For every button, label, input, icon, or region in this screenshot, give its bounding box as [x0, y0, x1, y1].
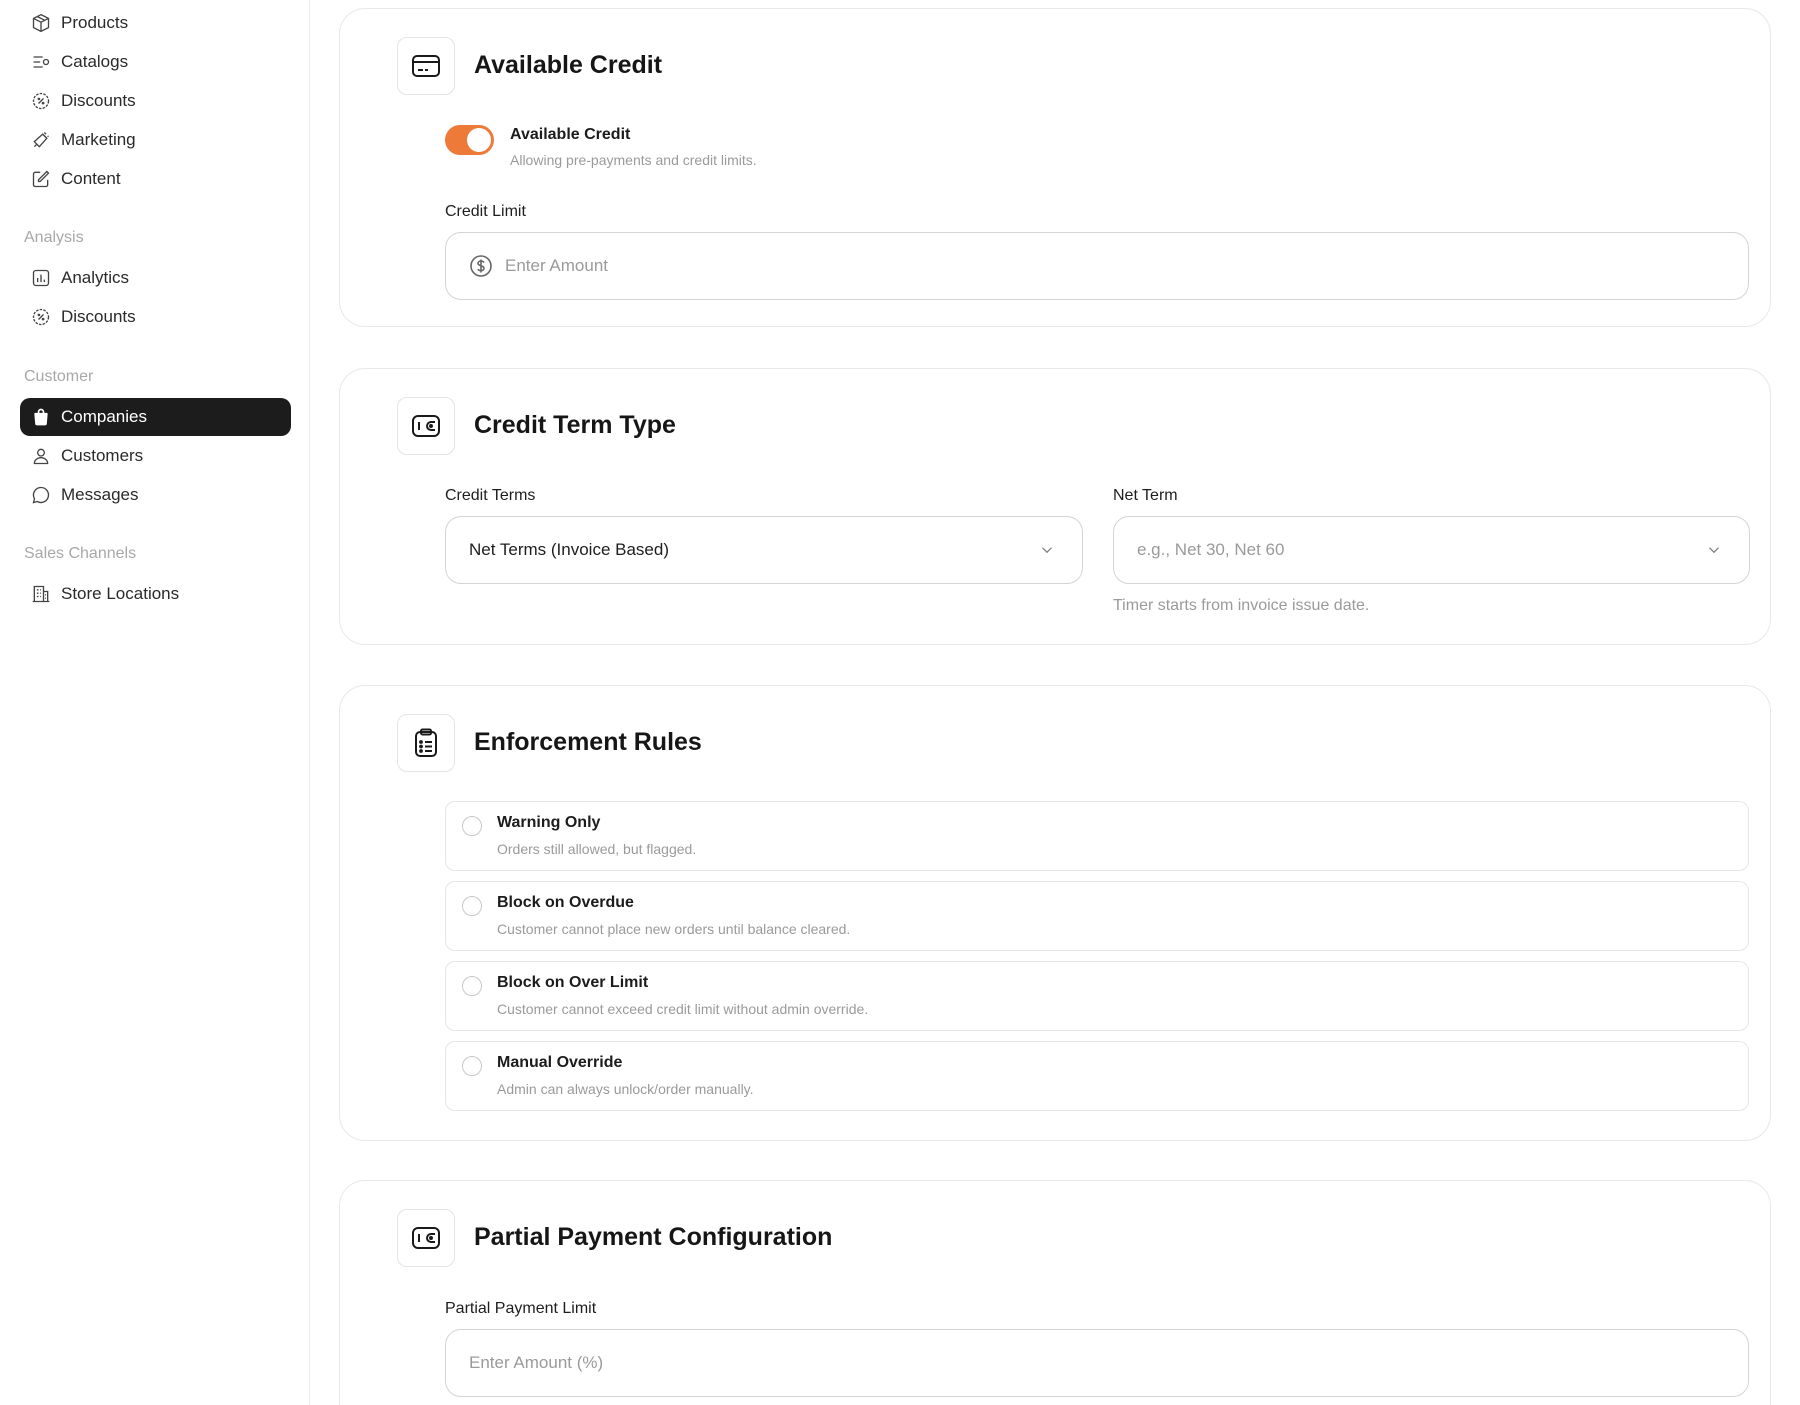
toggle-title: Available Credit [510, 126, 631, 143]
sidebar-item-label: Store Locations [61, 584, 180, 603]
credit-term-card: Credit Term Type Credit Terms Net Terms … [339, 368, 1771, 645]
option-description: Orders still allowed, but flagged. [497, 841, 697, 857]
net-term-placeholder: e.g., Net 30, Net 60 [1137, 540, 1285, 559]
chevron-down-icon [1038, 541, 1056, 559]
discount-icon [30, 90, 52, 112]
sidebar-item-customers[interactable]: Customers [20, 437, 291, 475]
option-description: Customer cannot place new orders until b… [497, 921, 851, 937]
credit-terms-value: Net Terms (Invoice Based) [469, 540, 669, 559]
sidebar-item-label: Marketing [61, 130, 136, 149]
partial-payment-placeholder: Enter Amount (%) [469, 1353, 604, 1372]
card-title: Partial Payment Configuration [474, 1223, 833, 1251]
partial-payment-limit-input[interactable]: Enter Amount (%) [445, 1329, 1749, 1397]
sidebar-item-marketing[interactable]: Marketing [20, 121, 291, 159]
sidebar-item-messages[interactable]: Messages [20, 476, 291, 514]
section-label-customer: Customer [24, 368, 94, 385]
credit-card-icon [397, 37, 455, 95]
option-block-on-over-limit[interactable]: Block on Over Limit Customer cannot exce… [445, 961, 1749, 1031]
option-title: Block on Over Limit [497, 974, 649, 991]
credit-terms-label: Credit Terms [445, 487, 536, 504]
sidebar-item-label: Customers [61, 446, 144, 465]
card-title: Credit Term Type [474, 411, 676, 439]
sidebar-item-products[interactable]: Products [20, 4, 291, 42]
available-credit-toggle[interactable] [445, 125, 494, 155]
clipboard-icon [397, 714, 455, 772]
net-term-select[interactable]: e.g., Net 30, Net 60 [1113, 516, 1750, 584]
radio-button[interactable] [462, 976, 482, 996]
megaphone-icon [30, 129, 52, 151]
section-label-sales-channels: Sales Channels [24, 545, 137, 562]
option-block-on-overdue[interactable]: Block on Overdue Customer cannot place n… [445, 881, 1749, 951]
available-credit-card: Available Credit Available Credit Allowi… [339, 8, 1771, 327]
section-label-analysis: Analysis [24, 229, 84, 246]
sidebar-item-label: Content [61, 169, 121, 188]
option-title: Warning Only [497, 814, 601, 831]
sidebar: Products Catalogs Discounts Marketing Co… [0, 0, 310, 1405]
user-icon [30, 445, 52, 467]
radio-button[interactable] [462, 896, 482, 916]
option-description: Admin can always unlock/order manually. [497, 1081, 754, 1097]
sidebar-item-label: Products [61, 13, 129, 32]
bag-icon [30, 406, 52, 428]
partial-payment-card: Partial Payment Configuration Partial Pa… [339, 1180, 1771, 1405]
card-title: Enforcement Rules [474, 728, 702, 756]
credit-limit-input[interactable]: Enter Amount [445, 232, 1749, 300]
sidebar-item-label: Companies [61, 407, 147, 426]
sidebar-item-catalogs[interactable]: Catalogs [20, 43, 291, 81]
sidebar-item-label: Messages [61, 485, 139, 504]
card-title: Available Credit [474, 51, 663, 79]
catalog-icon [30, 51, 52, 73]
radio-button[interactable] [462, 816, 482, 836]
discount-icon [30, 306, 52, 328]
sidebar-item-companies[interactable]: Companies [20, 398, 291, 436]
partial-payment-limit-label: Partial Payment Limit [445, 1300, 597, 1317]
dollar-icon [469, 254, 493, 278]
chart-icon [30, 267, 52, 289]
toggle-description: Allowing pre-payments and credit limits. [510, 152, 757, 168]
sidebar-item-label: Analytics [61, 268, 130, 287]
net-term-label: Net Term [1113, 487, 1178, 504]
sidebar-item-label: Discounts [61, 91, 136, 110]
sidebar-item-analytics[interactable]: Analytics [20, 259, 291, 297]
option-warning-only[interactable]: Warning Only Orders still allowed, but f… [445, 801, 1749, 871]
sidebar-item-discounts[interactable]: Discounts [20, 82, 291, 120]
option-description: Customer cannot exceed credit limit with… [497, 1001, 869, 1017]
option-title: Block on Overdue [497, 894, 634, 911]
toggle-knob [467, 128, 491, 152]
radio-button[interactable] [462, 1056, 482, 1076]
enforcement-rules-card: Enforcement Rules Warning Only Orders st… [339, 685, 1771, 1141]
sidebar-item-label: Catalogs [61, 52, 129, 71]
wallet-icon [397, 397, 455, 455]
credit-terms-select[interactable]: Net Terms (Invoice Based) [445, 516, 1083, 584]
sidebar-item-content[interactable]: Content [20, 160, 291, 198]
sidebar-item-label: Discounts [61, 307, 136, 326]
credit-limit-placeholder: Enter Amount [505, 256, 609, 275]
box-icon [30, 12, 52, 34]
option-title: Manual Override [497, 1054, 623, 1071]
wallet-icon [397, 1209, 455, 1267]
edit-icon [30, 168, 52, 190]
chevron-down-icon [1705, 541, 1723, 559]
chat-icon [30, 484, 52, 506]
credit-limit-label: Credit Limit [445, 203, 526, 220]
option-manual-override[interactable]: Manual Override Admin can always unlock/… [445, 1041, 1749, 1111]
net-term-helper: Timer starts from invoice issue date. [1113, 597, 1370, 614]
sidebar-item-store-locations[interactable]: Store Locations [20, 575, 291, 613]
building-icon [30, 583, 52, 605]
sidebar-item-discounts-analysis[interactable]: Discounts [20, 298, 291, 336]
